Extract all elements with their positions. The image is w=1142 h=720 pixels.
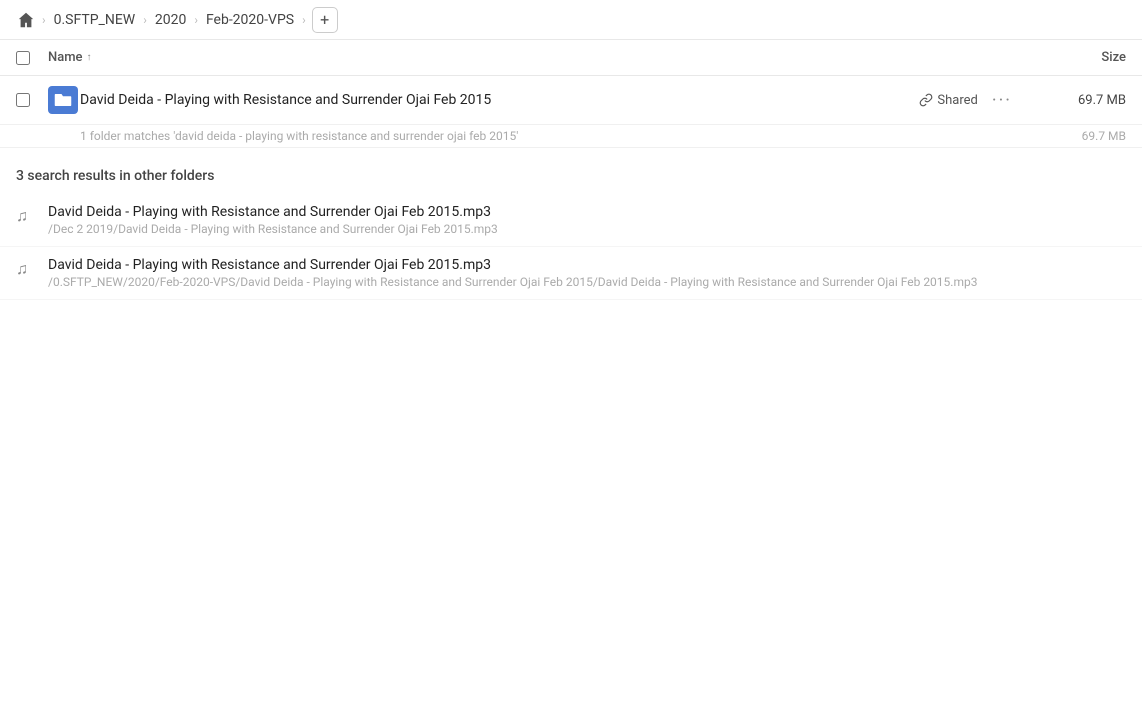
match-count-row: 1 folder matches 'david deida - playing … <box>0 125 1142 148</box>
size-column-header: Size <box>1026 50 1126 65</box>
add-breadcrumb-button[interactable]: + <box>312 7 338 33</box>
match-size: 69.7 MB <box>1026 129 1126 143</box>
home-button[interactable] <box>12 6 40 34</box>
main-result-name: David Deida - Playing with Resistance an… <box>80 92 919 108</box>
other-result-row-1[interactable]: ♫ David Deida - Playing with Resistance … <box>0 194 1142 247</box>
folder-icon-container <box>48 86 80 114</box>
music-icon-2: ♫ <box>16 259 48 279</box>
music-icon-1: ♫ <box>16 206 48 226</box>
other-result-path-1: /Dec 2 2019/David Deida - Playing with R… <box>48 222 1126 236</box>
main-result-row[interactable]: David Deida - Playing with Resistance an… <box>0 76 1142 125</box>
table-header: Name ↑ Size <box>0 40 1142 76</box>
sort-arrow: ↑ <box>87 52 92 63</box>
sep-3: › <box>194 13 198 27</box>
main-result-size: 69.7 MB <box>1026 93 1126 108</box>
name-column-header[interactable]: Name ↑ <box>48 50 1026 65</box>
sep-4: › <box>302 13 306 27</box>
match-count-text: 1 folder matches 'david deida - playing … <box>80 129 518 143</box>
folder-link-icon <box>48 86 78 114</box>
other-result-name-2: David Deida - Playing with Resistance an… <box>48 257 1126 273</box>
breadcrumb-item-2020[interactable]: 2020 <box>149 8 192 32</box>
sep-1: › <box>42 13 46 27</box>
shared-label: Shared <box>937 93 977 108</box>
main-row-checkbox-col[interactable] <box>16 93 48 107</box>
other-result-name-1: David Deida - Playing with Resistance an… <box>48 204 1126 220</box>
other-result-row-2[interactable]: ♫ David Deida - Playing with Resistance … <box>0 247 1142 300</box>
breadcrumb-item-feb[interactable]: Feb-2020-VPS <box>200 8 300 32</box>
sep-2: › <box>143 13 147 27</box>
select-all-checkbox-col[interactable] <box>16 51 48 65</box>
other-result-path-2: /0.SFTP_NEW/2020/Feb-2020-VPS/David Deid… <box>48 275 1126 289</box>
other-result-content-2: David Deida - Playing with Resistance an… <box>48 257 1126 289</box>
name-label: Name <box>48 50 83 65</box>
other-folders-heading: 3 search results in other folders <box>0 148 1142 194</box>
more-options-button[interactable]: ··· <box>986 88 1018 113</box>
other-result-content-1: David Deida - Playing with Resistance an… <box>48 204 1126 236</box>
breadcrumb-bar: › 0.SFTP_NEW › 2020 › Feb-2020-VPS › + <box>0 0 1142 40</box>
shared-badge[interactable]: Shared <box>919 93 977 108</box>
breadcrumb-item-sftp[interactable]: 0.SFTP_NEW <box>48 8 142 32</box>
main-row-checkbox[interactable] <box>16 93 30 107</box>
main-result-actions: Shared ··· <box>919 88 1018 113</box>
select-all-checkbox[interactable] <box>16 51 30 65</box>
